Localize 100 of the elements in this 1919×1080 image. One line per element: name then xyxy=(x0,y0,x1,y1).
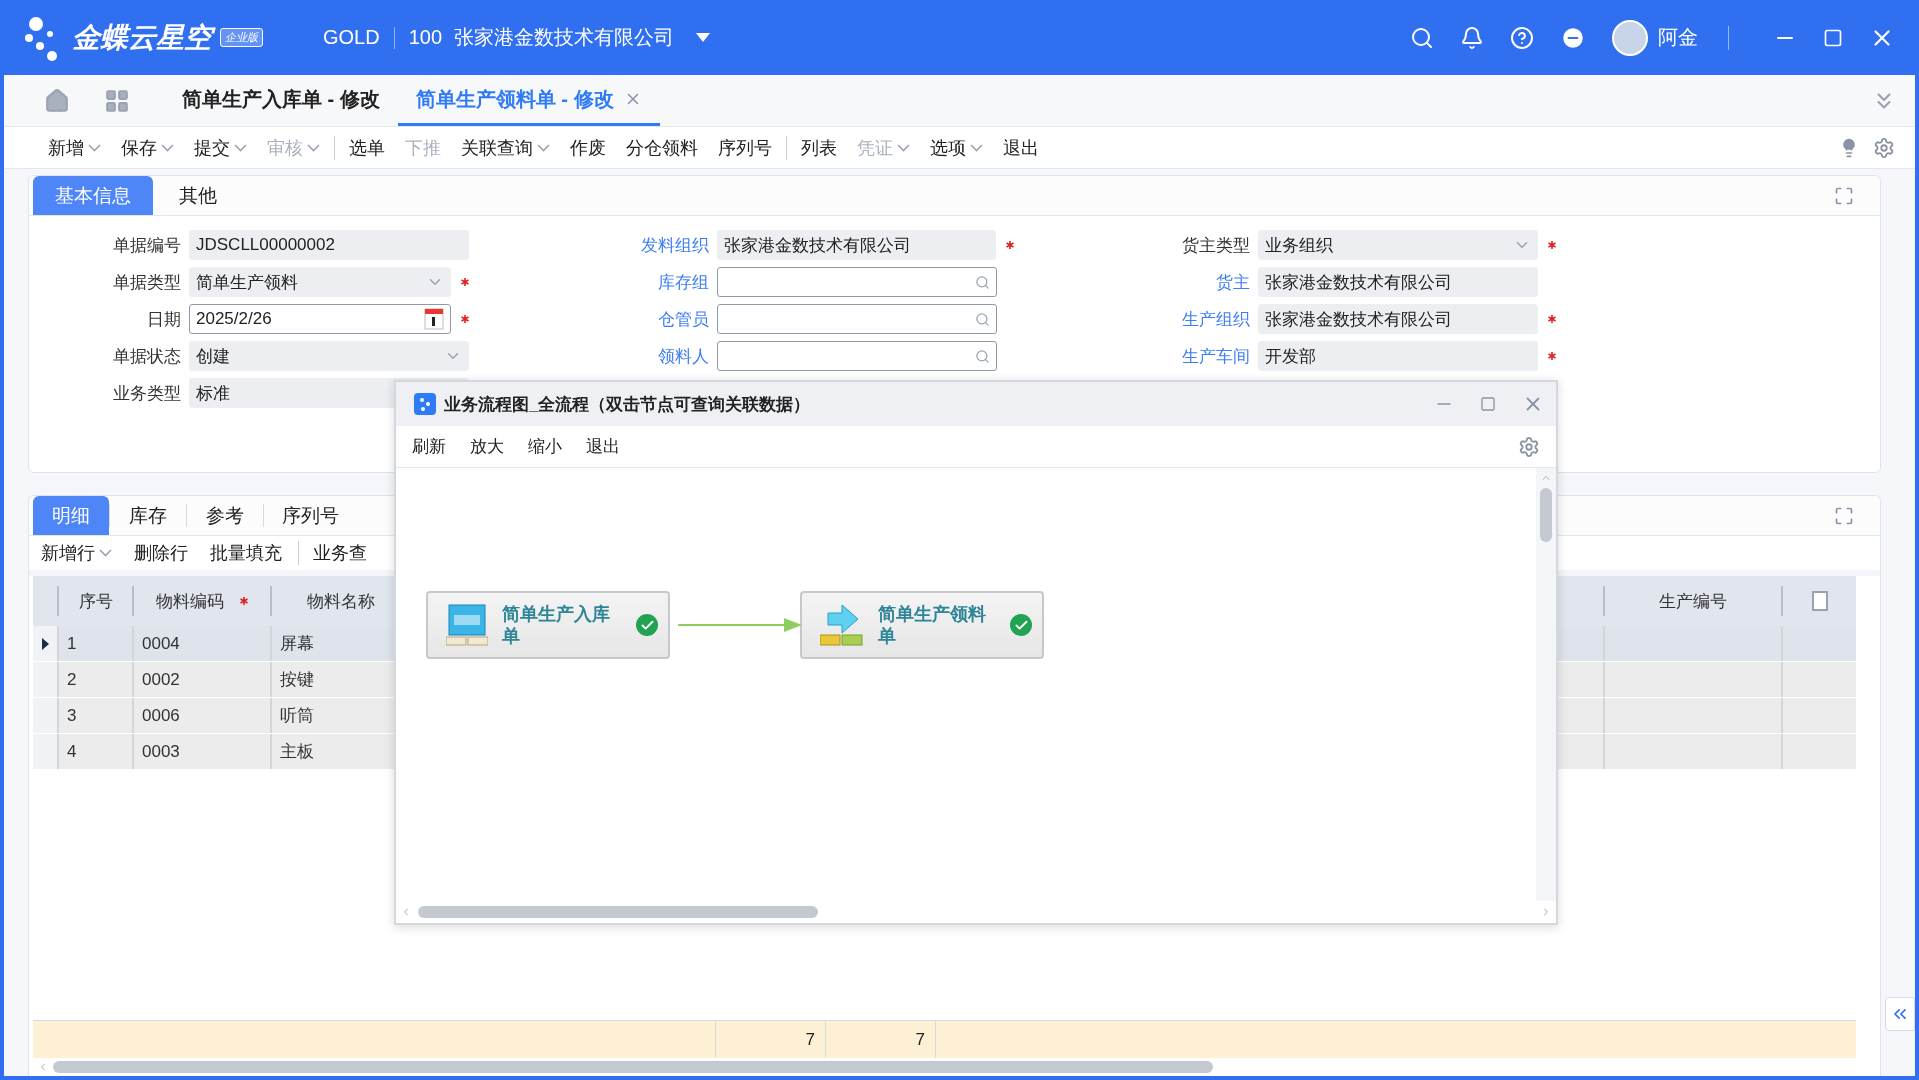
user-name[interactable]: 阿金 xyxy=(1658,24,1698,51)
tab-label: 简单生产领料单 - 修改 xyxy=(415,86,614,112)
toolbar-button[interactable]: 选单 xyxy=(349,135,385,160)
dialog-toolbar-button[interactable]: 放大 xyxy=(470,435,504,458)
field-value: 业务组织 xyxy=(1265,234,1333,257)
node-label: 简单生产入库单 xyxy=(502,603,611,647)
field-label[interactable]: 货主 xyxy=(1014,270,1258,294)
field-label: 日期 xyxy=(146,308,182,331)
field-value: 2025/2/26 xyxy=(196,309,272,329)
detail-tab[interactable]: 参考 xyxy=(187,496,263,535)
page-tab[interactable]: 简单生产入库单 - 修改 xyxy=(164,75,398,126)
select-all-checkbox[interactable] xyxy=(1811,591,1828,611)
search-icon[interactable] xyxy=(975,311,990,327)
toolbar-button[interactable]: 作废 xyxy=(570,135,606,160)
field-value: 张家港金数技术有限公司 xyxy=(724,234,911,257)
scrollbar-thumb[interactable] xyxy=(418,906,818,918)
input-field[interactable] xyxy=(717,267,997,297)
flow-node[interactable]: 简单生产入库单 xyxy=(426,591,670,659)
scrollbar-thumb[interactable] xyxy=(1540,488,1552,542)
calendar-icon[interactable] xyxy=(424,308,444,330)
field-label: 单据状态 xyxy=(112,345,182,368)
field-value: JDSCLL00000002 xyxy=(196,235,335,255)
header-label: 序号 xyxy=(78,590,113,613)
settings-icon[interactable] xyxy=(1518,435,1540,458)
maximize-icon[interactable] xyxy=(1480,396,1496,412)
input-field[interactable]: 开发部 xyxy=(1258,341,1538,371)
org-code: 100 xyxy=(408,26,443,49)
field-label: 单据编号 xyxy=(112,234,182,257)
flow-node[interactable]: 简单生产领料单 xyxy=(800,591,1044,659)
toolbar-button[interactable]: 新增行 xyxy=(41,541,112,565)
toolbar-button[interactable]: 提交 xyxy=(194,135,247,160)
search-icon[interactable] xyxy=(1410,25,1434,50)
header-label: 生产编号 xyxy=(1659,590,1727,613)
edition-tag: 企业版 xyxy=(220,28,263,47)
field-label[interactable]: 仓管员 xyxy=(469,307,717,331)
field-value: 开发部 xyxy=(1265,345,1316,368)
help-icon[interactable] xyxy=(1510,25,1534,50)
toolbar-button[interactable]: 删除行 xyxy=(134,541,188,565)
input-field[interactable]: 张家港金数技术有限公司 xyxy=(1258,304,1538,334)
document-stack-icon xyxy=(446,603,488,647)
field-label[interactable]: 库存组 xyxy=(469,270,717,294)
field-label: 货主类型 xyxy=(1181,234,1251,257)
detail-tab[interactable]: 库存 xyxy=(110,496,186,535)
dropdown-caret-icon[interactable] xyxy=(696,32,711,43)
field-label: 业务类型 xyxy=(112,382,182,405)
field-value: 张家港金数技术有限公司 xyxy=(1265,308,1452,331)
detail-tab[interactable]: 序列号 xyxy=(264,496,357,535)
search-icon[interactable] xyxy=(975,348,990,364)
field-value: 创建 xyxy=(196,345,230,368)
toolbar-button[interactable]: 保存 xyxy=(121,135,174,160)
maximize-icon[interactable] xyxy=(1823,27,1843,48)
org-name: 张家港金数技术有限公司 xyxy=(454,25,675,50)
toolbar-button[interactable]: 退出 xyxy=(1003,135,1039,160)
bell-icon[interactable] xyxy=(1460,25,1484,50)
column-header[interactable]: 序号 xyxy=(57,586,132,616)
input-field[interactable]: 张家港金数技术有限公司 xyxy=(717,230,996,260)
input-field[interactable]: JDSCLL00000002 xyxy=(189,230,469,260)
input-field[interactable]: 2025/2/26 xyxy=(189,304,451,334)
tab-label: 简单生产入库单 - 修改 xyxy=(182,86,380,112)
scrollbar-thumb[interactable] xyxy=(53,1061,1213,1073)
dialog-toolbar-button[interactable]: 缩小 xyxy=(528,435,562,458)
field-value: 简单生产领料 xyxy=(196,271,298,294)
account-name: GOLD xyxy=(323,26,380,49)
toolbar-button[interactable]: 选项 xyxy=(930,135,983,160)
input-field[interactable]: 业务组织 xyxy=(1258,230,1538,260)
node-label: 简单生产领料单 xyxy=(878,603,987,647)
row-pointer-icon xyxy=(41,637,49,650)
field-label: 单据类型 xyxy=(112,271,182,294)
dialog-toolbar-button[interactable]: 刷新 xyxy=(412,435,446,458)
input-field[interactable]: 简单生产领料 xyxy=(189,267,451,297)
input-field[interactable]: 张家港金数技术有限公司 xyxy=(1258,267,1538,297)
input-field[interactable]: 创建 xyxy=(189,341,469,371)
avatar[interactable] xyxy=(1612,19,1648,56)
settings-icon[interactable] xyxy=(1873,136,1895,159)
toolbar-button[interactable]: 列表 xyxy=(801,135,837,160)
dialog-toolbar-button[interactable]: 退出 xyxy=(586,435,620,458)
field-value: 张家港金数技术有限公司 xyxy=(1265,271,1452,294)
column-header[interactable]: 物料编码 xyxy=(132,586,270,616)
field-value: 标准 xyxy=(196,382,230,405)
form-tab[interactable]: 其他 xyxy=(153,176,243,215)
column-header[interactable]: 生产编号 xyxy=(1603,586,1781,616)
field-label[interactable]: 生产组织 xyxy=(1014,307,1258,331)
field-label[interactable]: 领料人 xyxy=(469,344,717,368)
toolbar-button[interactable]: 业务查 xyxy=(313,541,367,565)
row-header[interactable] xyxy=(33,626,57,661)
toolbar-button[interactable]: 关联查询 xyxy=(461,135,550,160)
collapse-icon[interactable] xyxy=(1885,997,1915,1031)
field-label[interactable]: 生产车间 xyxy=(1014,344,1258,368)
field-label[interactable]: 发料组织 xyxy=(469,233,717,257)
header-label: 物料名称 xyxy=(307,590,375,613)
arrow-stack-icon xyxy=(820,603,864,647)
header-label: 物料编码 xyxy=(156,590,224,613)
search-icon[interactable] xyxy=(975,274,990,290)
toolbar-button[interactable]: 分仓领料 xyxy=(626,135,698,160)
toolbar-button[interactable]: 批量填充 xyxy=(210,541,282,565)
toolbar-button[interactable]: 新增 xyxy=(48,135,101,160)
input-field[interactable] xyxy=(717,341,997,371)
flow-app-icon xyxy=(414,393,436,415)
toolbar-button[interactable]: 序列号 xyxy=(718,135,772,160)
input-field[interactable] xyxy=(717,304,997,334)
